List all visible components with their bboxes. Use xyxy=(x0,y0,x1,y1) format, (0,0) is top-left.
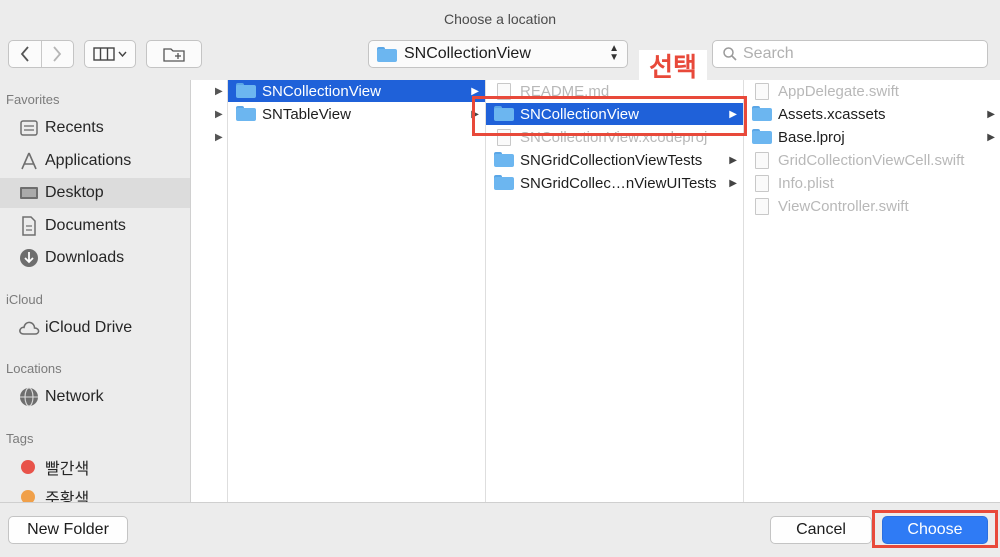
item-label: Info.plist xyxy=(778,174,834,192)
item-label: Assets.xcassets xyxy=(778,105,886,123)
folder-icon xyxy=(752,129,772,145)
annotation-highlight-box xyxy=(472,96,747,136)
annotation-highlight-box xyxy=(872,510,998,548)
list-item[interactable]: Base.lproj ▶ xyxy=(744,126,1000,148)
disclosure-arrow-icon: ▶ xyxy=(729,177,737,189)
navigation-buttons xyxy=(8,40,74,68)
chevron-left-icon xyxy=(20,46,29,62)
sidebar-item-icloud-drive[interactable]: iCloud Drive xyxy=(0,313,190,343)
network-icon xyxy=(18,386,40,408)
sidebar-item-label: Desktop xyxy=(45,184,104,201)
list-item[interactable]: SNGridCollec…nViewUITests ▶ xyxy=(486,172,743,194)
item-label: Base.lproj xyxy=(778,128,845,146)
back-button[interactable] xyxy=(9,41,41,67)
sidebar-heading-favorites: Favorites xyxy=(6,92,60,107)
disclosure-arrow-icon: ▶ xyxy=(729,154,737,166)
folder-icon xyxy=(377,46,397,62)
column-divider xyxy=(227,80,228,502)
new-folder-button[interactable]: New Folder xyxy=(8,516,128,544)
location-popup[interactable]: SNCollectionView ▲ ▼ xyxy=(368,40,628,68)
cloud-icon xyxy=(18,317,40,339)
list-item[interactable]: SNTableView ▶ xyxy=(228,103,485,125)
bottom-bar: New Folder Cancel Choose xyxy=(0,502,1000,557)
sidebar-item-documents[interactable]: Documents xyxy=(0,211,190,241)
search-placeholder: Search xyxy=(743,45,794,62)
list-item[interactable]: ViewController.swift xyxy=(744,195,1000,217)
applications-icon xyxy=(18,150,40,172)
view-mode-button[interactable] xyxy=(84,40,136,68)
sidebar-item-label: iCloud Drive xyxy=(45,319,133,336)
column-view-icon xyxy=(93,47,115,61)
plist-file-icon xyxy=(755,174,769,192)
list-item[interactable]: SNGridCollectionViewTests ▶ xyxy=(486,149,743,171)
folder-icon xyxy=(752,106,772,122)
sidebar-item-label: Network xyxy=(45,388,104,405)
new-folder-toolbar-button[interactable] xyxy=(146,40,202,68)
downloads-icon xyxy=(18,247,40,269)
sidebar-item-downloads[interactable]: Downloads xyxy=(0,243,190,273)
sidebar-item-label: Documents xyxy=(45,217,126,234)
window-title: Choose a location xyxy=(443,11,557,27)
item-label: ViewController.swift xyxy=(778,197,909,215)
chevron-right-icon xyxy=(53,46,62,62)
cancel-button[interactable]: Cancel xyxy=(770,516,872,544)
item-label: SNCollectionView xyxy=(262,82,381,100)
disclosure-arrow-icon[interactable]: ▶ xyxy=(215,109,223,120)
disclosure-arrow-icon: ▶ xyxy=(471,85,479,97)
item-label: AppDelegate.swift xyxy=(778,82,899,100)
sidebar-item-recents[interactable]: Recents xyxy=(0,113,190,143)
sidebar-item-label: Applications xyxy=(45,152,132,169)
item-label: SNTableView xyxy=(262,105,351,123)
list-item[interactable]: AppDelegate.swift xyxy=(744,80,1000,102)
forward-button[interactable] xyxy=(40,41,74,67)
documents-icon xyxy=(18,215,40,237)
disclosure-arrow-icon[interactable]: ▶ xyxy=(215,132,223,143)
sidebar-item-label: 주황색 xyxy=(45,491,90,502)
new-folder-icon xyxy=(163,48,185,62)
swift-file-icon xyxy=(755,151,769,169)
folder-icon xyxy=(236,106,256,122)
search-input[interactable]: Search xyxy=(712,40,988,68)
list-item[interactable]: GridCollectionViewCell.swift xyxy=(744,149,1000,171)
sidebar-heading-tags: Tags xyxy=(6,431,34,446)
sidebar-heading-icloud: iCloud xyxy=(6,292,43,307)
sidebar-heading-locations: Locations xyxy=(6,361,62,376)
red-tag-icon xyxy=(21,460,35,474)
chevron-down-icon xyxy=(118,51,127,57)
orange-tag-icon xyxy=(21,490,35,502)
folder-icon xyxy=(236,83,256,99)
file-chooser-dialog: Choose a location SNCollectionView ▲ ▼ Se… xyxy=(0,0,1000,557)
disclosure-arrow-icon[interactable]: ▶ xyxy=(215,86,223,97)
disclosure-arrow-icon: ▶ xyxy=(987,131,995,143)
folder-icon xyxy=(494,175,514,191)
item-label: GridCollectionViewCell.swift xyxy=(778,151,965,169)
search-icon xyxy=(723,47,737,61)
swift-file-icon xyxy=(755,197,769,215)
annotation-label: 선택 xyxy=(639,50,707,84)
folder-icon xyxy=(494,152,514,168)
sidebar-item-tag-orange[interactable]: 주황색 xyxy=(0,482,190,502)
toolbar: SNCollectionView ▲ ▼ Search xyxy=(0,36,1000,78)
sidebar-item-label: Recents xyxy=(45,119,104,136)
sidebar-item-label: 빨간색 xyxy=(45,461,90,478)
item-label: SNGridCollectionViewTests xyxy=(520,151,703,169)
sidebar-item-label: Downloads xyxy=(45,249,125,266)
sidebar: Favorites Recents Applications Desktop D… xyxy=(0,80,190,502)
item-label: SNGridCollec…nViewUITests xyxy=(520,174,717,192)
sidebar-item-network[interactable]: Network xyxy=(0,382,190,412)
column-browser: ▶ ▶ ▶ SNCollectionView ▶ SNTableView ▶ R… xyxy=(190,80,1000,502)
list-item[interactable]: SNCollectionView ▶ xyxy=(228,80,485,102)
recents-icon xyxy=(18,117,40,139)
sidebar-item-tag-red[interactable]: 빨간색 xyxy=(0,452,190,482)
list-item[interactable]: Info.plist xyxy=(744,172,1000,194)
updown-arrows-icon: ▲ ▼ xyxy=(609,43,619,63)
sidebar-item-applications[interactable]: Applications xyxy=(0,146,190,176)
list-item[interactable]: Assets.xcassets ▶ xyxy=(744,103,1000,125)
disclosure-arrow-icon: ▶ xyxy=(987,108,995,120)
location-label: SNCollectionView xyxy=(404,45,531,62)
sidebar-item-desktop[interactable]: Desktop xyxy=(0,178,190,208)
swift-file-icon xyxy=(755,82,769,100)
desktop-icon xyxy=(18,182,40,204)
